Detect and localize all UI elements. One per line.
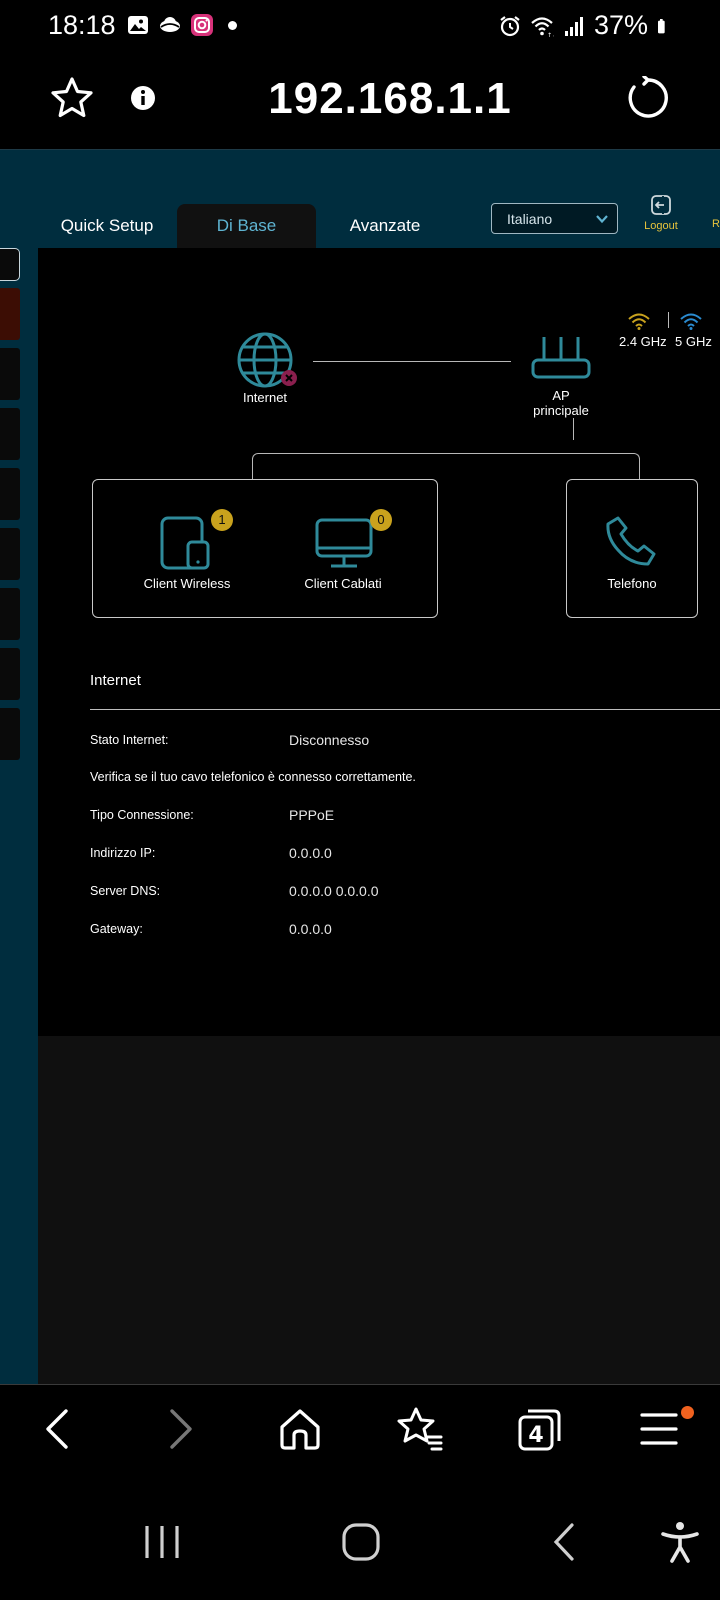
info-label: Server DNS: [90, 884, 161, 898]
status-bar: 18:18 ↑↓ 37% [0, 0, 720, 54]
band-divider [668, 312, 669, 328]
cable-check-note: Verifica se il tuo cavo telefonico è con… [90, 770, 416, 784]
cloud-icon [160, 17, 180, 32]
router-top-nav: Quick Setup Di Base Avanzate Italiano Lo… [0, 150, 720, 248]
reload-icon[interactable] [626, 76, 670, 120]
wifi-icon: ↑↓ [531, 16, 554, 38]
sidebar-item[interactable] [0, 248, 20, 281]
menu-notification-dot [681, 1406, 694, 1419]
ap-label: AP principale [511, 388, 611, 418]
phone-label: Telefono [607, 576, 657, 591]
sidebar-item[interactable] [0, 648, 20, 700]
router-sidebar [0, 248, 38, 1384]
tab-di-base[interactable]: Di Base [177, 204, 316, 248]
ap-label-line2: principale [533, 403, 589, 418]
internet-section-title: Internet [90, 672, 141, 689]
wired-clients-label: Client Cablati [304, 576, 382, 591]
sidebar-item[interactable] [0, 468, 20, 520]
menu-icon[interactable] [636, 1405, 684, 1453]
main-content: 2.4 GHz 5 GHz Internet AP principale 1 C… [38, 248, 720, 1036]
tab-avanzate[interactable]: Avanzate [335, 204, 435, 248]
language-select[interactable]: Italiano [491, 203, 618, 234]
connector-line [313, 361, 511, 362]
router-web-page: Quick Setup Di Base Avanzate Italiano Lo… [0, 150, 720, 1384]
tabs-icon[interactable]: 4 [516, 1405, 564, 1453]
wifi-5ghz-icon [680, 313, 702, 330]
info-label: Indirizzo IP: [90, 846, 156, 860]
ap-label-line1: AP [552, 388, 570, 403]
sidebar-item[interactable] [0, 348, 20, 400]
tab-count: 4 [528, 1423, 543, 1448]
info-row-gateway: Gateway: 0.0.0.0 [90, 921, 720, 941]
sidebar-item[interactable] [0, 588, 20, 640]
info-value: PPPoE [289, 807, 335, 823]
wired-clients-icon[interactable] [315, 518, 373, 568]
connector-line [573, 418, 574, 440]
info-label: Stato Internet: [90, 733, 169, 747]
alarm-icon [500, 15, 520, 36]
battery-percent: 37% [593, 10, 648, 40]
internet-label: Internet [242, 390, 288, 405]
wifi-24ghz-icon [628, 313, 650, 330]
notification-dot [228, 20, 237, 30]
wireless-clients-icon[interactable] [160, 516, 212, 570]
chevron-down-icon [596, 215, 608, 224]
info-value: Disconnesso [289, 732, 370, 748]
wireless-count-badge: 1 [211, 509, 233, 531]
logout-button[interactable]: Logout [636, 194, 686, 232]
connector-bracket [252, 453, 640, 479]
browser-toolbar: 4 [0, 1384, 720, 1490]
notification-icons [126, 13, 237, 37]
internet-globe-icon[interactable] [237, 332, 301, 390]
section-divider [90, 709, 720, 710]
system-back-icon[interactable] [544, 1520, 588, 1564]
url-field[interactable]: 192.168.1.1 [170, 74, 610, 124]
band-5-label: 5 GHz [675, 334, 712, 349]
battery-icon [658, 18, 665, 33]
info-value: 0.0.0.0 0.0.0.0 [289, 883, 379, 899]
bookmark-star-icon[interactable] [49, 75, 95, 121]
info-value: 0.0.0.0 [289, 921, 332, 937]
telephone-icon [606, 516, 656, 566]
sidebar-item[interactable] [0, 408, 20, 460]
wired-count-badge: 0 [370, 509, 392, 531]
clients-box [92, 479, 438, 618]
sidebar-item-active[interactable] [0, 288, 20, 340]
cut-off-button-label[interactable]: R [712, 218, 720, 230]
info-row-dns: Server DNS: 0.0.0.0 0.0.0.0 [90, 883, 720, 903]
info-row-connection-type: Tipo Connessione: PPPoE [90, 807, 720, 827]
accessibility-icon[interactable] [658, 1520, 702, 1564]
band-24-label: 2.4 GHz [619, 334, 667, 349]
back-arrow-icon[interactable] [34, 1405, 82, 1453]
language-value: Italiano [507, 210, 553, 227]
router-icon[interactable] [530, 334, 592, 380]
info-row-status: Stato Internet: Disconnesso [90, 732, 720, 752]
system-icons: ↑↓ 37% [498, 10, 672, 41]
forward-arrow-icon[interactable] [156, 1405, 204, 1453]
system-nav-bar [0, 1490, 720, 1600]
svg-text:↑↓: ↑↓ [547, 32, 554, 38]
sidebar-item[interactable] [0, 708, 20, 760]
status-time: 18:18 [48, 10, 116, 40]
gallery-icon [128, 16, 148, 34]
bookmarks-icon[interactable] [396, 1405, 444, 1453]
wireless-clients-label: Client Wireless [143, 576, 231, 591]
browser-address-bar: 192.168.1.1 [0, 54, 720, 150]
site-info-icon[interactable] [130, 85, 156, 111]
tab-quick-setup[interactable]: Quick Setup [52, 204, 162, 248]
signal-icon [564, 16, 583, 36]
instagram-icon [191, 14, 213, 36]
sidebar-item[interactable] [0, 528, 20, 580]
home-button-icon[interactable] [340, 1520, 384, 1564]
info-value: 0.0.0.0 [289, 845, 332, 861]
logout-label: Logout [644, 220, 678, 232]
recent-apps-icon[interactable] [140, 1520, 184, 1564]
home-icon[interactable] [276, 1405, 324, 1453]
logout-icon [651, 195, 671, 215]
info-label: Gateway: [90, 922, 143, 936]
info-row-ip: Indirizzo IP: 0.0.0.0 [90, 845, 720, 865]
info-label: Tipo Connessione: [90, 808, 194, 822]
